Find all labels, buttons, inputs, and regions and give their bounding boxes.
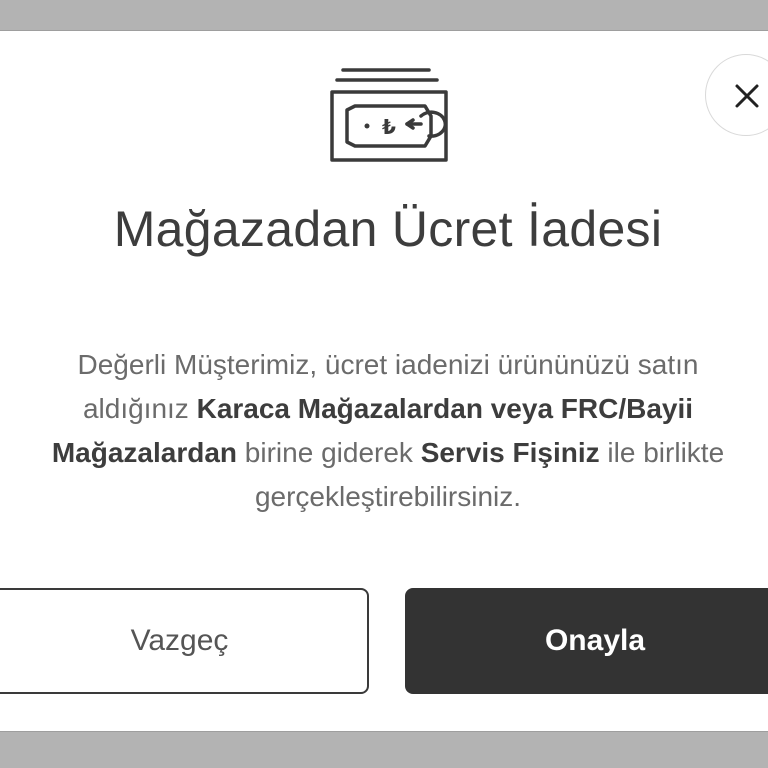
message-emphasis: Servis Fişiniz <box>420 437 600 468</box>
message-line-4: gerçekleştirebilirsiniz. <box>254 481 522 512</box>
message-emphasis: Karaca Mağazalardan veya FRC/Bayii <box>196 393 694 424</box>
confirm-button-label: Onayla <box>544 624 646 657</box>
message-line-2: aldığınız Karaca Mağazalardan veya FRC/B… <box>0 387 768 431</box>
message-line-3: Mağazalardan birine giderek Servis Fişin… <box>0 431 768 475</box>
message-text: birine giderek <box>237 437 421 468</box>
cancel-button-label: Vazgeç <box>130 624 229 657</box>
message-text: ile birlikte <box>599 437 725 468</box>
cancel-button[interactable]: Vazgeç <box>0 588 369 694</box>
modal-title: Mağazadan Ücret İadesi <box>113 201 663 257</box>
cash-refund-icon: ₺ <box>330 68 448 162</box>
close-icon <box>735 84 759 108</box>
message-emphasis: Mağazalardan <box>51 437 238 468</box>
message-text: aldığınız <box>82 393 197 424</box>
modal-message: Değerli Müşterimiz, ücret iadenizi ürünü… <box>0 343 768 519</box>
svg-text:₺: ₺ <box>382 115 396 139</box>
message-line-1: Değerli Müşterimiz, ücret iadenizi ürünü… <box>77 349 699 380</box>
confirm-button[interactable]: Onayla <box>405 588 768 694</box>
